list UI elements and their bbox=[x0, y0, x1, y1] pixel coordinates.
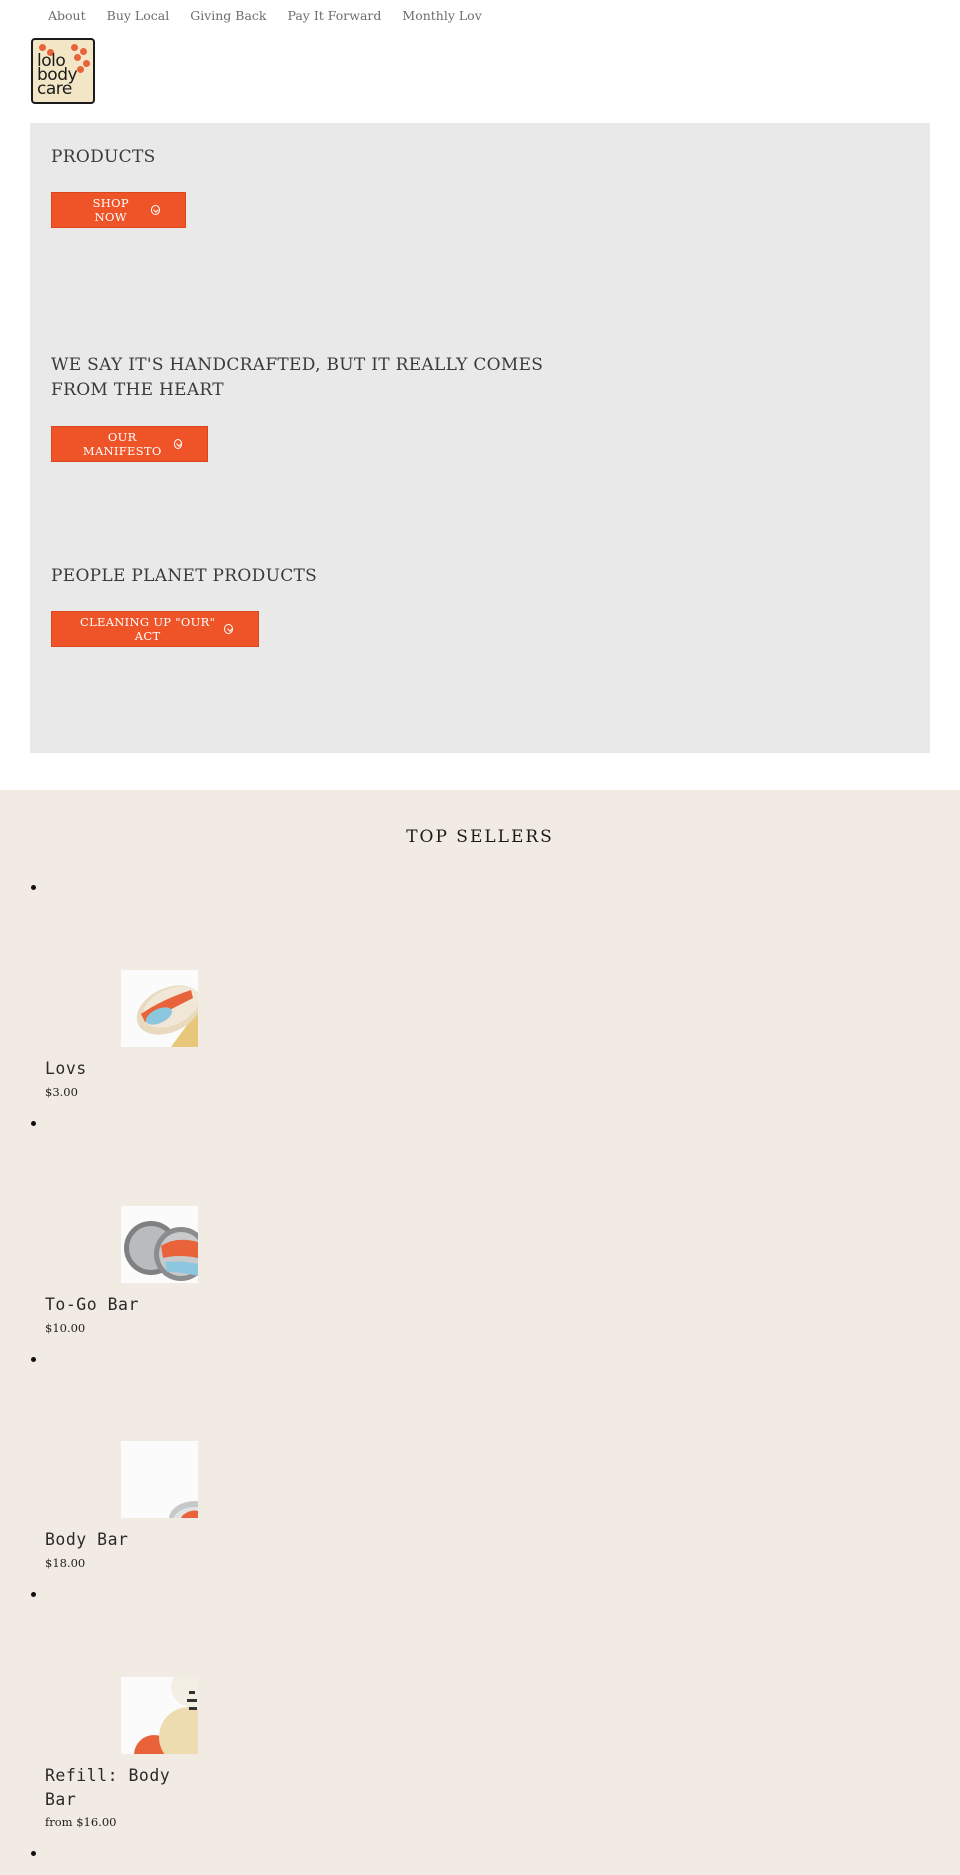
product-image-refill-body-bar[interactable] bbox=[121, 1677, 198, 1754]
tin-image bbox=[121, 1206, 198, 1283]
circle-arrow-icon bbox=[173, 439, 182, 449]
product-name[interactable]: Refill: Body Bar bbox=[45, 1764, 205, 1812]
list-bullet bbox=[31, 1851, 36, 1856]
product-price: $18.00 bbox=[45, 1556, 86, 1570]
product-image-to-go-bar[interactable] bbox=[121, 1206, 198, 1283]
product-price: $10.00 bbox=[45, 1321, 86, 1335]
button-label: SHOP NOW bbox=[92, 196, 129, 224]
hero-slide-handcrafted: WE SAY IT'S HANDCRAFTED, BUT IT REALLY C… bbox=[51, 353, 551, 462]
cleaning-up-our-act-button[interactable]: CLEANING UP "OUR" ACT bbox=[51, 611, 259, 647]
nav-link-pay-it-forward[interactable]: Pay It Forward bbox=[288, 8, 382, 24]
hero-slide-products: PRODUCTS SHOP NOW bbox=[51, 145, 186, 228]
nav-link-buy-local[interactable]: Buy Local bbox=[107, 8, 170, 24]
logo-dot bbox=[39, 44, 46, 51]
slide-title: PEOPLE PLANET PRODUCTS bbox=[51, 566, 318, 586]
button-label: OUR MANIFESTO bbox=[82, 430, 162, 458]
product-name[interactable]: Lovs bbox=[45, 1057, 205, 1081]
top-sellers-heading: TOP SELLERS bbox=[406, 827, 554, 847]
nav-link-about[interactable]: About bbox=[48, 8, 86, 24]
top-nav: About Buy Local Giving Back Pay It Forwa… bbox=[48, 8, 503, 24]
site-logo[interactable]: lolo body care bbox=[31, 38, 95, 104]
tin-image bbox=[121, 970, 198, 1047]
list-bullet bbox=[31, 1592, 36, 1597]
slide-title: WE SAY IT'S HANDCRAFTED, BUT IT REALLY C… bbox=[51, 355, 544, 400]
slide-title: PRODUCTS bbox=[51, 147, 156, 167]
hero-slide-people-planet: PEOPLE PLANET PRODUCTS CLEANING UP "OUR"… bbox=[51, 564, 317, 647]
product-price: from $16.00 bbox=[45, 1815, 117, 1829]
nav-link-giving-back[interactable]: Giving Back bbox=[190, 8, 266, 24]
our-manifesto-button[interactable]: OUR MANIFESTO bbox=[51, 426, 208, 462]
product-image-lovs[interactable] bbox=[121, 970, 198, 1047]
list-bullet bbox=[31, 1357, 36, 1362]
logo-text: lolo body care bbox=[37, 51, 78, 99]
button-label: CLEANING UP "OUR" ACT bbox=[79, 615, 216, 643]
product-price: $3.00 bbox=[45, 1085, 78, 1099]
logo-dot bbox=[71, 44, 78, 51]
nav-link-monthly-lov[interactable]: Monthly Lov bbox=[402, 8, 481, 24]
list-bullet bbox=[31, 1121, 36, 1126]
hero-section: PRODUCTS SHOP NOW WE SAY IT'S HANDCRAFTE… bbox=[30, 123, 930, 753]
product-name[interactable]: Body Bar bbox=[45, 1528, 205, 1552]
list-bullet bbox=[31, 885, 36, 890]
top-sellers-section: TOP SELLERS Lovs $3.00 To-Go Bar $10.00 bbox=[0, 790, 960, 1875]
product-name[interactable]: To-Go Bar bbox=[45, 1293, 205, 1317]
tin-image bbox=[121, 1677, 198, 1754]
shop-now-button[interactable]: SHOP NOW bbox=[51, 192, 186, 228]
circle-arrow-icon bbox=[150, 205, 160, 215]
circle-arrow-icon bbox=[224, 624, 233, 634]
product-image-body-bar[interactable] bbox=[121, 1441, 198, 1518]
tin-image bbox=[121, 1441, 198, 1518]
